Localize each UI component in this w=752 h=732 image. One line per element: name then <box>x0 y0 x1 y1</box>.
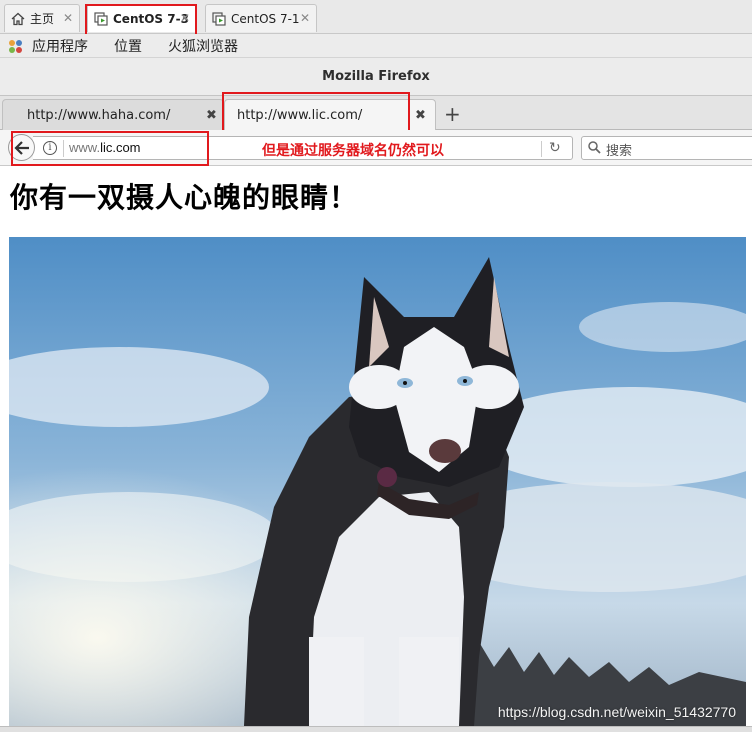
highlight-box <box>85 4 197 36</box>
annotation-text: 但是通过服务器域名仍然可以 <box>262 143 444 159</box>
window-title-bar: Mozilla Firefox <box>0 58 752 96</box>
highlight-box <box>11 131 209 166</box>
vm-tab-centos-7-1[interactable]: CentOS 7-1 ✕ <box>205 4 317 32</box>
tab-title: http://www.haha.com/ <box>27 108 171 123</box>
applications-icon <box>9 40 22 53</box>
new-tab-button[interactable]: + <box>444 102 461 126</box>
reload-icon[interactable]: ↻ <box>549 140 561 156</box>
highlight-box <box>222 92 410 132</box>
search-placeholder: 搜索 <box>606 144 633 159</box>
vm-tab-home[interactable]: 主页 ✕ <box>4 4 80 32</box>
status-strip <box>0 726 752 732</box>
divider <box>541 141 542 157</box>
husky-dog-image <box>9 237 746 726</box>
menu-firefox[interactable]: 火狐浏览器 <box>168 36 238 56</box>
close-tab-icon[interactable]: ✖ <box>206 108 217 123</box>
browser-tab-haha[interactable]: http://www.haha.com/ ✖ <box>2 99 224 130</box>
vm-icon <box>212 11 226 26</box>
husky-photo: https://blog.csdn.net/weixin_51432770 <box>9 237 746 726</box>
search-input[interactable]: 搜索 <box>581 136 752 160</box>
close-tab-icon[interactable]: ✖ <box>415 108 426 123</box>
search-icon <box>588 141 601 154</box>
menu-applications[interactable]: 应用程序 <box>32 36 88 56</box>
window-title: Mozilla Firefox <box>322 69 430 84</box>
home-icon <box>11 12 25 25</box>
gnome-menu-bar: 应用程序 位置 火狐浏览器 <box>0 34 752 58</box>
page-heading: 你有一双摄人心魄的眼睛！ <box>10 181 359 214</box>
close-icon[interactable]: ✕ <box>63 11 73 25</box>
vm-tab-label: 主页 <box>30 12 55 26</box>
menu-places[interactable]: 位置 <box>114 36 142 56</box>
vm-tab-label: CentOS 7-1 <box>231 11 300 26</box>
close-icon[interactable]: ✕ <box>300 11 310 25</box>
watermark-text: https://blog.csdn.net/weixin_51432770 <box>497 704 736 720</box>
